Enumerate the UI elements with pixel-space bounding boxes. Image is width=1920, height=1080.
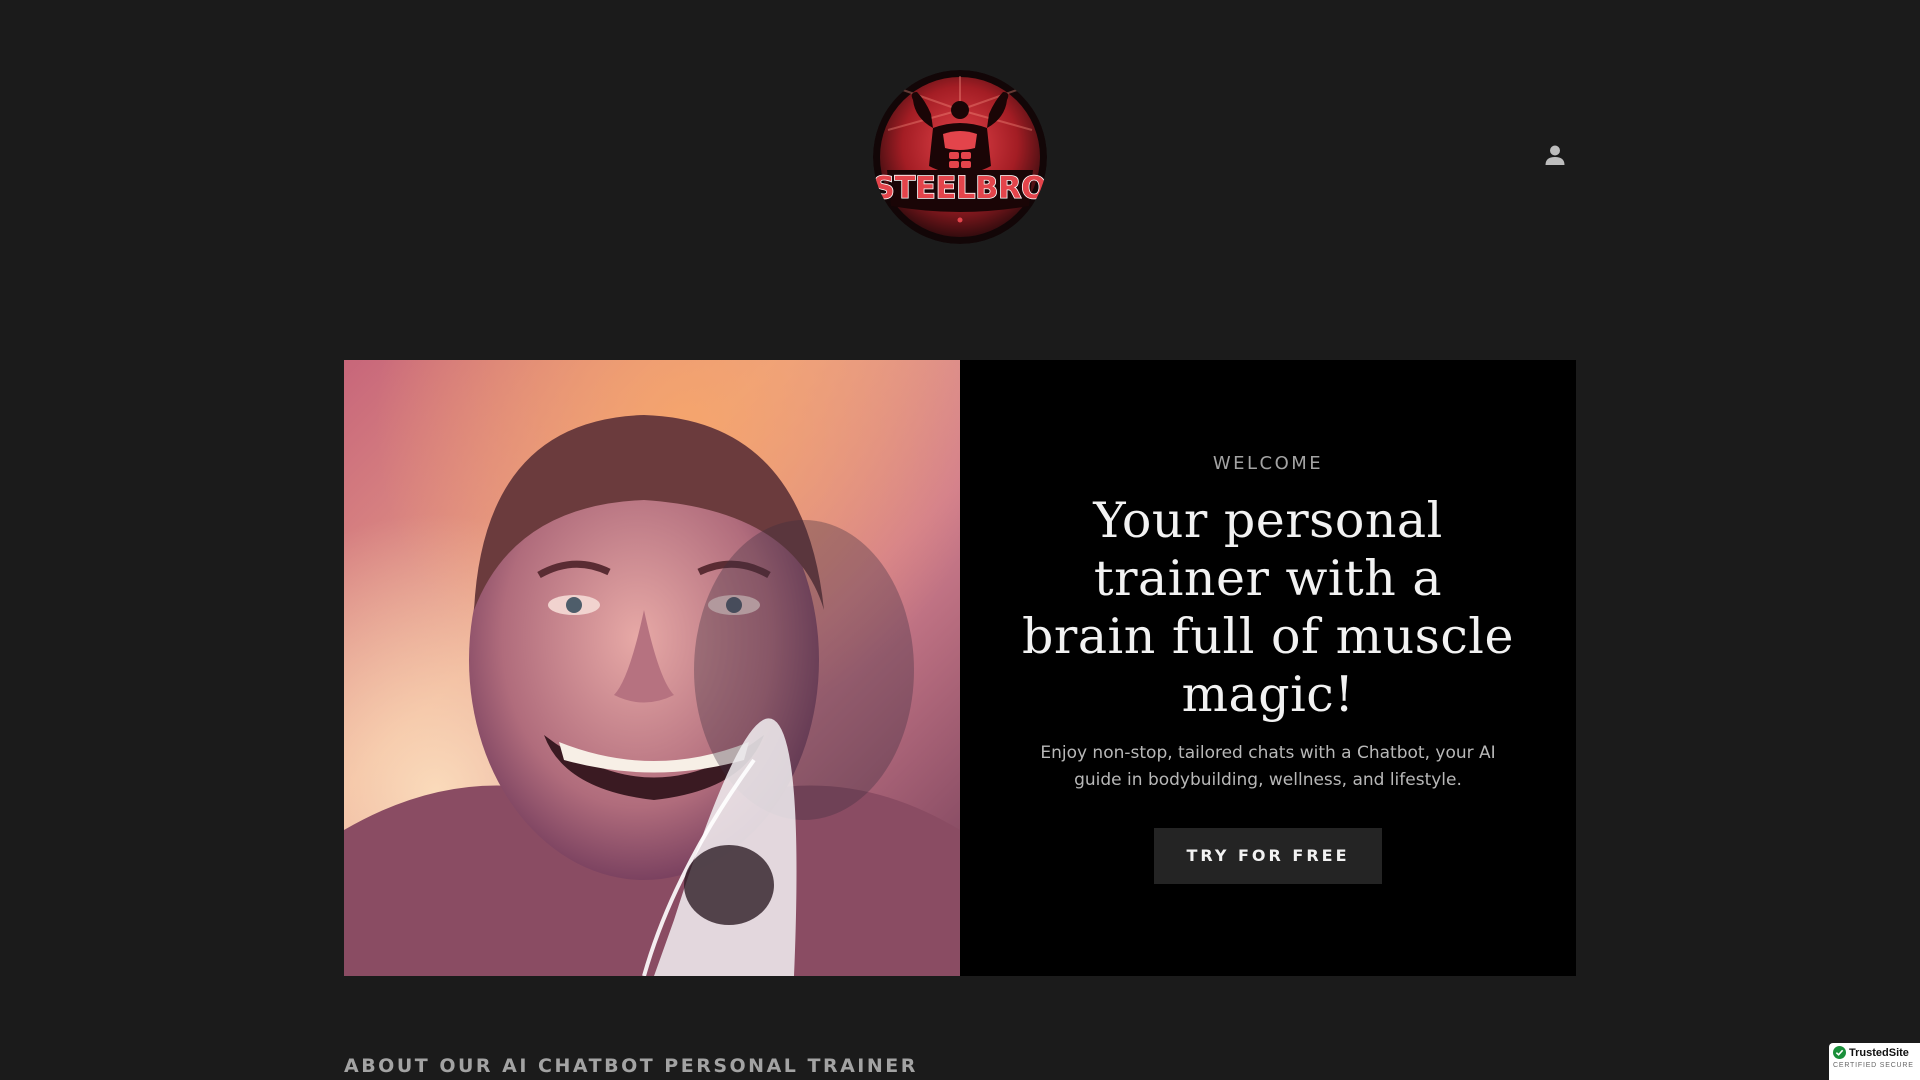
user-icon[interactable] bbox=[1543, 143, 1567, 167]
logo-wordmark: STEELBRO bbox=[873, 171, 1047, 206]
hero-image bbox=[344, 360, 960, 976]
page: STEELBRO WELCOME Your personal trainer w… bbox=[0, 0, 1920, 1080]
hero-eyebrow: WELCOME bbox=[1212, 452, 1324, 474]
hero-text-panel: WELCOME Your personal trainer with a bra… bbox=[960, 360, 1576, 976]
trust-badge-top: TrustedSite bbox=[1833, 1046, 1916, 1059]
trust-badge-name: TrustedSite bbox=[1849, 1046, 1909, 1059]
try-for-free-button[interactable]: TRY FOR FREE bbox=[1154, 827, 1382, 884]
trust-badge-subtitle: CERTIFIED SECURE bbox=[1833, 1062, 1914, 1069]
checkmark-icon bbox=[1833, 1046, 1846, 1059]
logo-emblem-graphic: STEELBRO bbox=[873, 70, 1047, 244]
hero-headline: Your personal trainer with a brain full … bbox=[1022, 491, 1514, 723]
trustedsite-badge[interactable]: TrustedSite CERTIFIED SECURE bbox=[1829, 1043, 1920, 1080]
hero-subtext: Enjoy non-stop, tailored chats with a Ch… bbox=[1040, 742, 1496, 790]
hero-section: WELCOME Your personal trainer with a bra… bbox=[344, 360, 1576, 976]
about-section-heading: ABOUT OUR AI CHATBOT PERSONAL TRAINER bbox=[344, 1055, 918, 1077]
steelbro-logo[interactable]: STEELBRO bbox=[873, 70, 1047, 244]
